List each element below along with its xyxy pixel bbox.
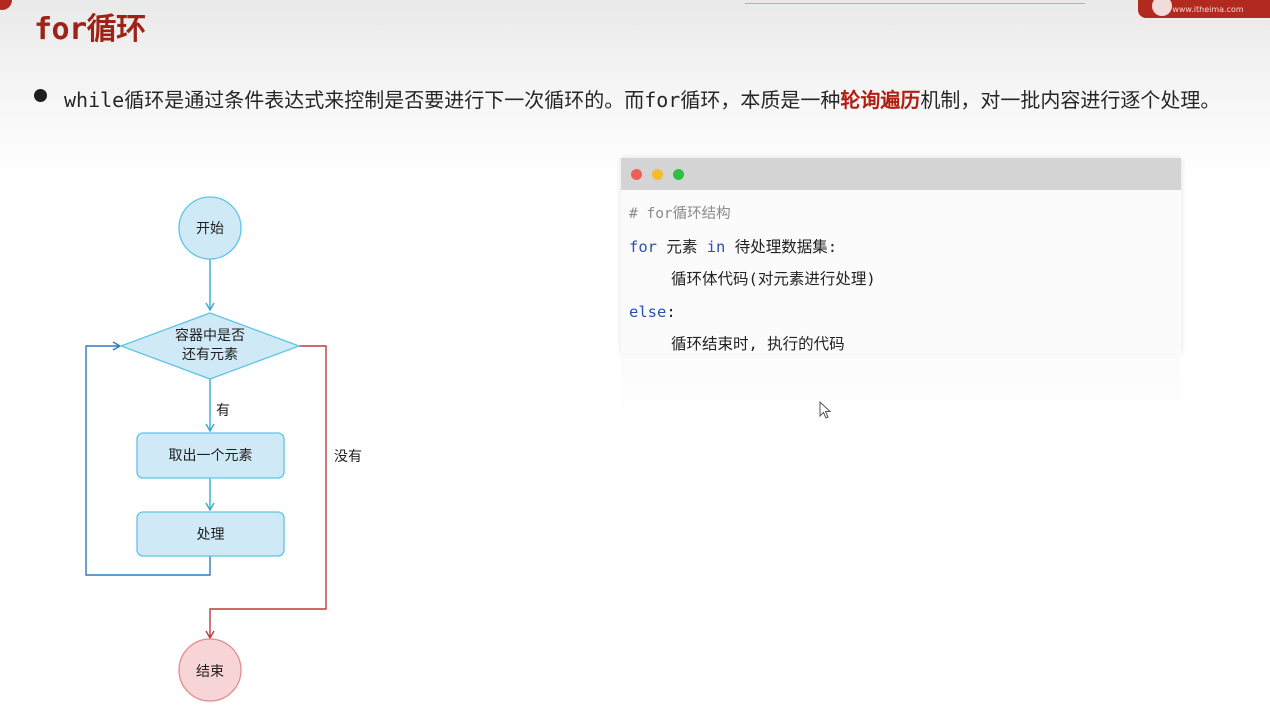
decision-label-line2: 还有元素 (182, 347, 238, 363)
decision-label: 容器中是否 还有元素 (150, 327, 270, 365)
no-label: 没有 (334, 449, 362, 465)
start-label: 开始 (196, 221, 224, 237)
end-label: 结束 (196, 664, 224, 680)
process-label: 处理 (196, 527, 225, 543)
decision-label-line1: 容器中是否 (175, 328, 245, 344)
slide: www.itheima.com for循环 while循环是通过条件表达式来控制… (0, 0, 1270, 708)
yes-label: 有 (216, 403, 230, 419)
take-element-label: 取出一个元素 (168, 448, 253, 464)
edge-no-exit (205, 345, 327, 640)
